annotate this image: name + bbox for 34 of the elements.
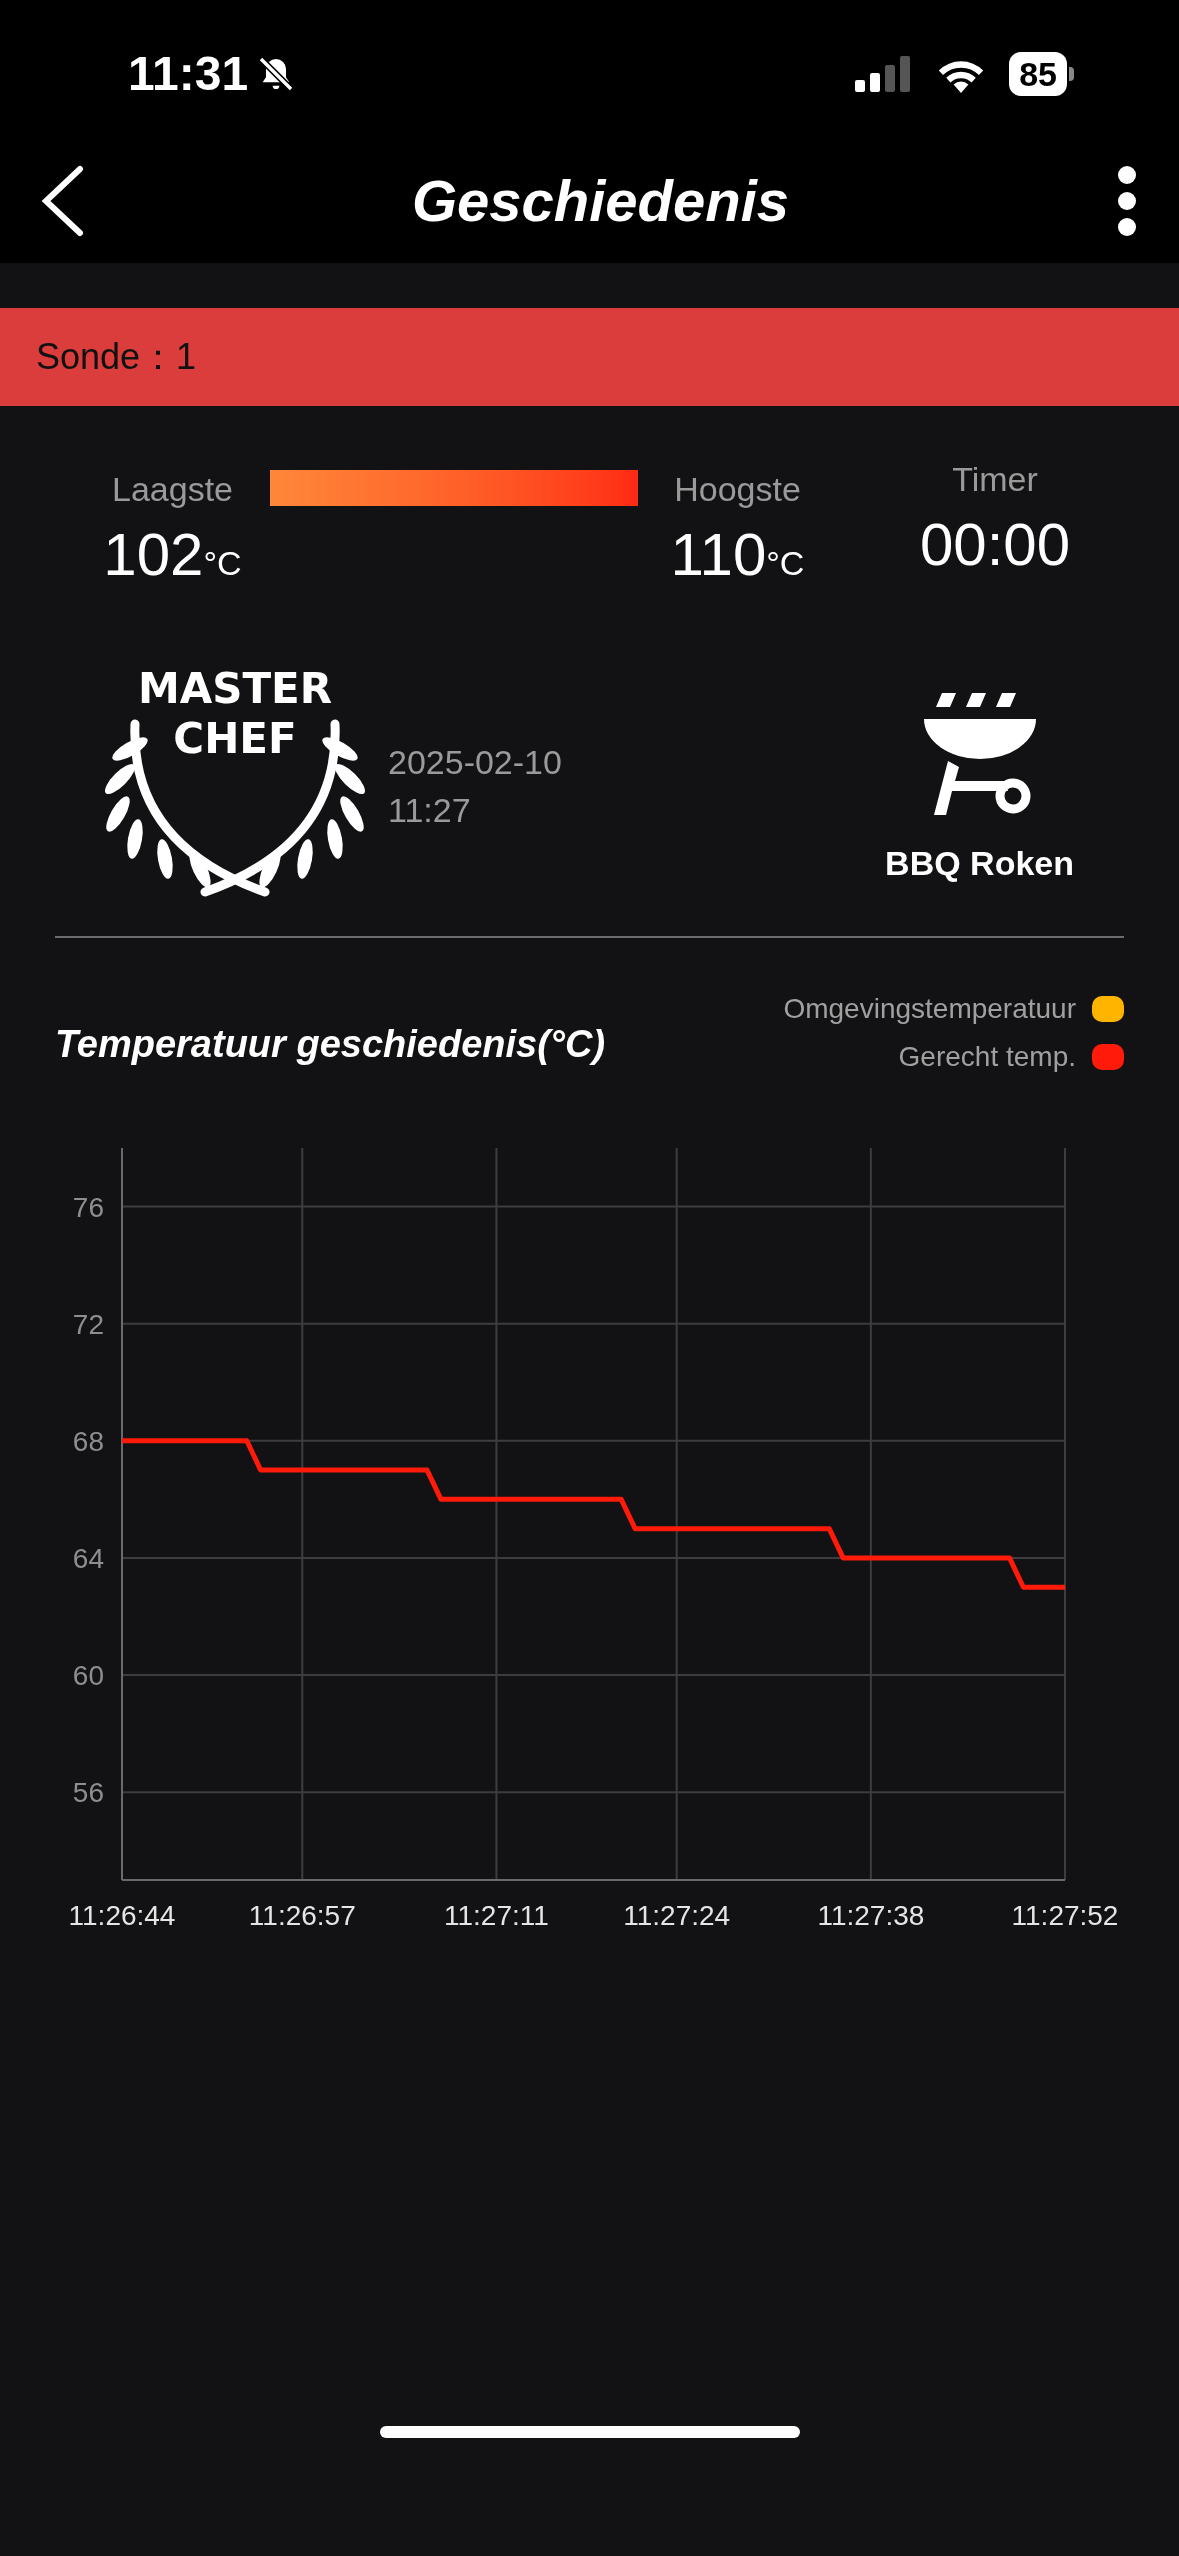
battery-indicator: 85 [1009, 52, 1074, 96]
logo-text: MASTER [137, 663, 333, 714]
session-time: 11:27 [388, 790, 472, 831]
x-tick-label: 11:26:44 [68, 1900, 176, 1931]
legend-label: Gerecht temp. [898, 1040, 1076, 1074]
x-tick-label: 11:26:57 [248, 1900, 356, 1931]
y-tick-label: 68 [72, 1425, 104, 1457]
timer-value: 00:00 [919, 515, 1071, 575]
y-tick-label: 72 [72, 1308, 104, 1340]
probe-label: Sonde：1 [36, 335, 197, 379]
y-tick-label: 60 [72, 1660, 104, 1692]
x-tick-label: 11:27:52 [1011, 1900, 1119, 1931]
unit-label: °C [766, 546, 805, 580]
temperature-value: 102 [103, 525, 204, 585]
x-tick-label: 11:27:11 [444, 1900, 549, 1931]
stat-label: Hoogste [674, 469, 801, 510]
stat-label: Laagste [112, 469, 233, 510]
legend-label: Omgevingstemperatuur [783, 992, 1076, 1026]
unit-label: °C [203, 546, 242, 580]
status-time: 11:31 [128, 46, 249, 102]
x-tick-label: 11:27:24 [623, 1900, 731, 1931]
page-title: Geschiedenis [411, 167, 790, 235]
x-tick-label: 11:27:38 [817, 1900, 925, 1931]
more-icon[interactable] [1115, 164, 1139, 237]
y-tick-label: 76 [72, 1191, 104, 1223]
back-icon[interactable] [40, 164, 86, 237]
session-date: 2025-02-10 [388, 742, 562, 783]
logo-text: CHEF [173, 713, 297, 764]
stat-label: Timer [952, 459, 1038, 500]
y-tick-label: 64 [72, 1542, 104, 1574]
temperature-value: 110 [670, 525, 767, 585]
chart-title: Temperatuur geschiedenis(°C) [55, 1022, 606, 1067]
cooking-mode-label: BBQ Roken [885, 843, 1074, 884]
y-tick-label: 56 [72, 1777, 104, 1809]
